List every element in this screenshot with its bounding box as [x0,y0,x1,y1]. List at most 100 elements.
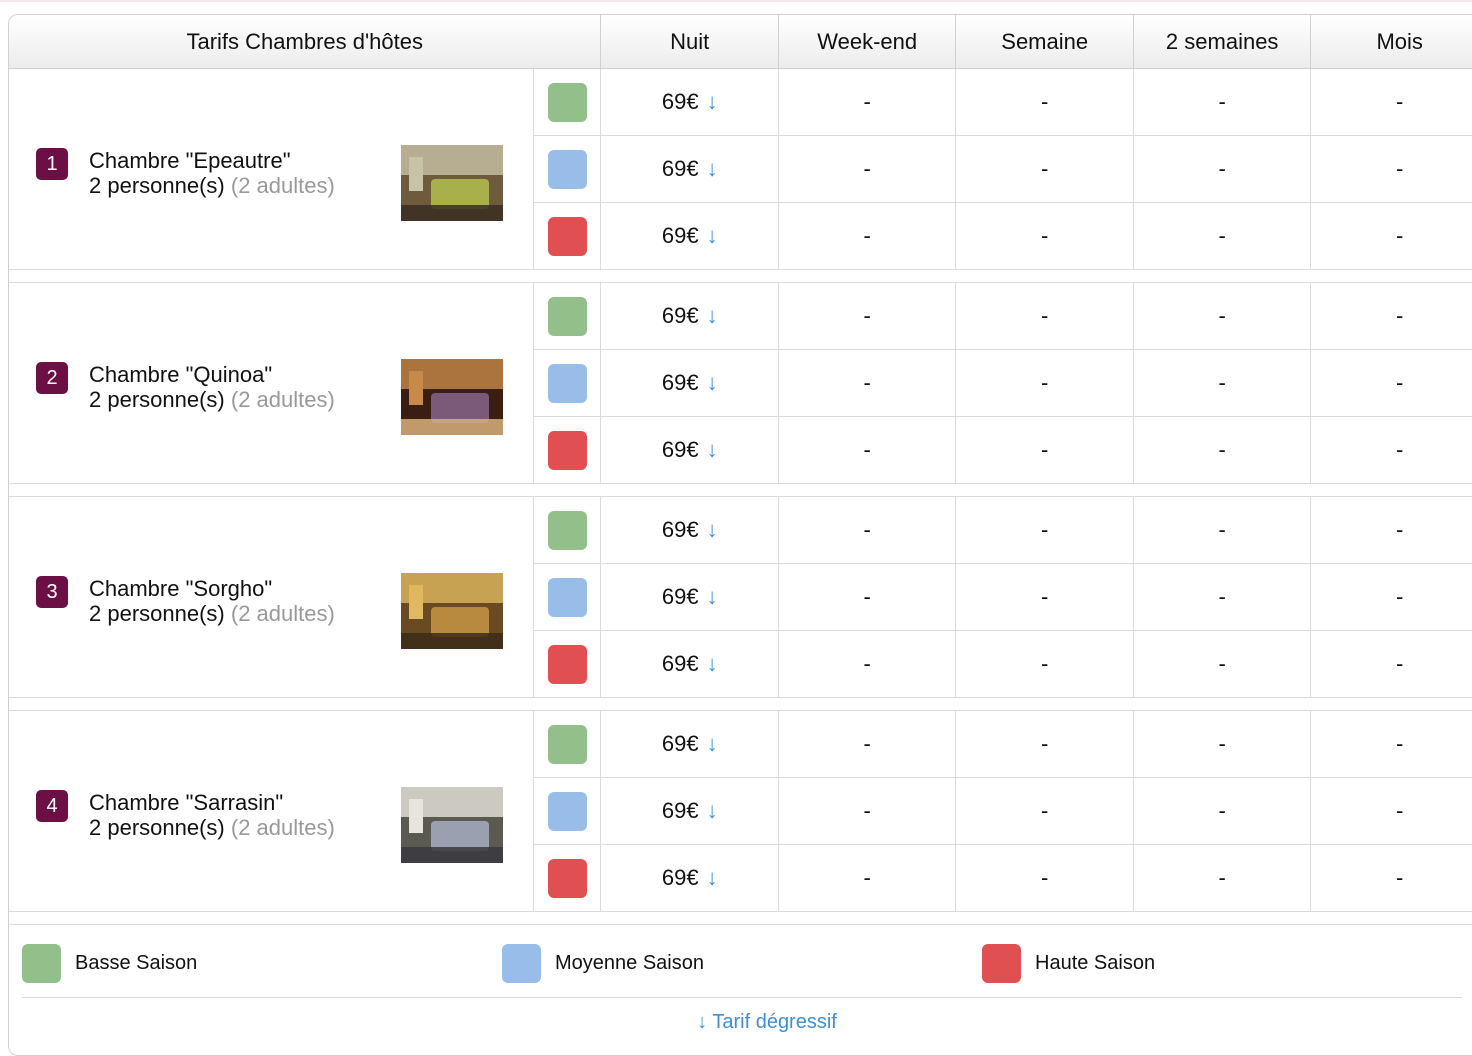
rates-panel: Tarifs Chambres d'hôtes Nuit Week-end Se… [8,14,1472,1056]
tarif-degressif-icon[interactable]: ↓ [707,517,718,542]
tarif-degressif-link[interactable]: ↓ Tarif dégressif [9,1011,1472,1034]
price-mois: - [1310,844,1472,912]
room-separator [9,697,1472,711]
price-nuit-cell: 69€ ↓ [600,349,779,417]
room-name[interactable]: Chambre "Quinoa" [89,362,272,387]
moyenne-saison-swatch [547,791,587,831]
tarif-degressif-icon[interactable]: ↓ [707,89,718,114]
price-mois: - [1310,630,1472,698]
room-capacity-adults: (2 adultes) [230,386,335,412]
tarif-degressif-icon[interactable]: ↓ [707,370,718,395]
price-nuit: 69€ [661,651,699,676]
price-2-semaines: - [1132,563,1312,631]
price-nuit: 69€ [661,437,699,462]
price-semaine: - [955,630,1134,698]
tarif-degressif-icon[interactable]: ↓ [707,584,718,609]
price-2-semaines: - [1132,135,1312,203]
tarif-degressif-icon[interactable]: ↓ [707,798,718,823]
price-nuit-cell: 69€ ↓ [600,630,779,698]
tarif-degressif-icon[interactable]: ↓ [707,865,718,890]
price-semaine: - [955,282,1134,350]
price-2-semaines: - [1132,416,1312,484]
price-nuit-cell: 69€ ↓ [600,68,779,136]
room-capacity-adults: (2 adultes) [230,172,335,198]
price-2-semaines: - [1132,349,1312,417]
room-name[interactable]: Chambre "Sorgho" [89,576,272,601]
price-nuit: 69€ [661,89,699,114]
room-photo[interactable] [401,144,503,221]
price-semaine: - [955,563,1134,631]
price-nuit: 69€ [661,731,699,756]
season-swatch-cell [532,416,602,484]
price-semaine: - [955,416,1134,484]
room-number-badge: 4 [36,789,68,822]
room-separator [9,483,1472,497]
season-swatch-cell [532,630,602,698]
price-nuit: 69€ [661,303,699,328]
table-title: Tarifs Chambres d'hôtes [9,15,602,69]
col-header-mois: Mois [1310,15,1472,69]
haute-saison-swatch [547,430,587,470]
table-header-row: Tarifs Chambres d'hôtes Nuit Week-end Se… [9,15,1472,69]
col-header-nuit: Nuit [600,15,779,69]
haute-saison-swatch [982,944,1021,983]
room-cell: 3 Chambre "Sorgho" 2 personne(s) (2 adulte… [9,496,534,698]
legend-item-basse: Basse Saison [22,944,197,983]
price-weekend: - [777,349,957,417]
price-nuit-cell: 69€ ↓ [600,710,779,778]
room-capacity-adults: (2 adultes) [230,600,335,626]
tarif-degressif-icon[interactable]: ↓ [707,731,718,756]
moyenne-saison-swatch [547,577,587,617]
room-capacity: 2 personne(s) (2 adultes) [89,387,335,412]
room-photo-image [401,572,503,649]
tarif-degressif-icon[interactable]: ↓ [707,223,718,248]
legend-divider [22,997,1462,998]
moyenne-saison-swatch [547,363,587,403]
price-mois: - [1310,777,1472,845]
moyenne-saison-swatch [547,149,587,189]
price-weekend: - [777,710,957,778]
basse-saison-swatch [547,510,587,550]
table-row: 3 Chambre "Sorgho" 2 personne(s) (2 adulte… [9,496,1472,698]
room-name[interactable]: Chambre "Epeautre" [89,148,291,173]
table-row: 1 Chambre "Epeautre" 2 personne(s) (2 adul… [9,68,1472,270]
room-separator-cell [9,697,1472,711]
tarif-degressif-icon[interactable]: ↓ [707,651,718,676]
col-header-weekend: Week-end [778,15,957,69]
tarif-degressif-icon[interactable]: ↓ [707,156,718,181]
price-nuit-cell: 69€ ↓ [600,844,779,912]
room-photo[interactable] [401,572,503,649]
tarif-degressif-icon[interactable]: ↓ [707,303,718,328]
price-nuit-cell: 69€ ↓ [600,135,779,203]
room-name[interactable]: Chambre "Sarrasin" [89,790,283,815]
col-header-2-semaines: 2 semaines [1133,15,1312,69]
price-weekend: - [777,282,957,350]
room-capacity-persons: 2 personne(s) [89,600,225,626]
legend-label-haute: Haute Saison [1035,952,1156,974]
tarif-degressif-icon[interactable]: ↓ [707,437,718,462]
basse-saison-swatch [22,944,61,983]
season-swatch-cell [532,282,602,350]
price-weekend: - [777,563,957,631]
price-weekend: - [777,135,957,203]
basse-saison-swatch [547,82,587,122]
room-photo[interactable] [401,358,503,435]
price-2-semaines: - [1132,282,1312,350]
col-header-semaine: Semaine [955,15,1134,69]
room-photo[interactable] [401,786,503,863]
price-mois: - [1310,496,1472,564]
haute-saison-swatch [547,644,587,684]
room-capacity-persons: 2 personne(s) [89,814,225,840]
season-swatch-cell [532,496,602,564]
room-separator-cell [9,269,1472,283]
room-photo-image [401,786,503,863]
season-swatch-cell [532,844,602,912]
price-nuit: 69€ [661,865,699,890]
price-mois: - [1310,349,1472,417]
room-cell: 4 Chambre "Sarrasin" 2 personne(s) (2 adul… [9,710,534,912]
haute-saison-swatch [547,858,587,898]
price-weekend: - [777,844,957,912]
room-number-badge: 3 [36,575,68,608]
price-semaine: - [955,710,1134,778]
basse-saison-swatch [547,724,587,764]
